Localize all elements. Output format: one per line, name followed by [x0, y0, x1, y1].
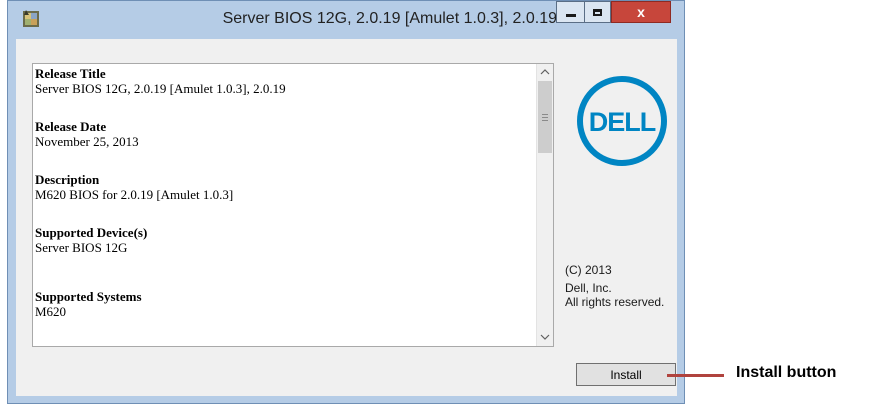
release-date-section: Release Date November 25, 2013: [35, 119, 526, 149]
installer-window: Server BIOS 12G, 2.0.19 [Amulet 1.0.3], …: [7, 0, 685, 404]
scroll-up-arrow-icon[interactable]: [537, 64, 553, 81]
section-value: M620: [35, 304, 67, 319]
copyright-company: Dell, Inc.: [565, 281, 612, 295]
section-value: Server BIOS 12G, 2.0.19 [Amulet 1.0.3], …: [35, 81, 286, 96]
scroll-down-arrow-icon[interactable]: [537, 329, 553, 346]
copyright-notice: (C) 2013 Dell, Inc. All rights reserved.: [565, 263, 664, 309]
vertical-scrollbar[interactable]: [536, 64, 553, 346]
section-heading: Supported Device(s): [35, 225, 148, 240]
copyright-rights: All rights reserved.: [565, 295, 665, 309]
release-title-section: Release Title Server BIOS 12G, 2.0.19 [A…: [35, 66, 526, 96]
supported-systems-section: Supported Systems M620: [35, 289, 526, 319]
close-button[interactable]: x: [611, 1, 671, 23]
section-heading: Release Title: [35, 66, 106, 81]
section-heading: Description: [35, 172, 100, 187]
svg-text:DELL: DELL: [589, 107, 656, 137]
description-section: Description M620 BIOS for 2.0.19 [Amulet…: [35, 172, 526, 202]
grip-icon: [542, 113, 548, 121]
supported-devices-section: Supported Device(s) Server BIOS 12G: [35, 225, 526, 255]
title-bar[interactable]: Server BIOS 12G, 2.0.19 [Amulet 1.0.3], …: [8, 1, 684, 37]
release-info-content: Release Title Server BIOS 12G, 2.0.19 [A…: [35, 66, 526, 319]
minimize-button[interactable]: [556, 1, 584, 23]
maximize-icon: [593, 8, 602, 16]
copyright-year: (C) 2013: [565, 263, 612, 277]
close-icon: x: [637, 4, 645, 20]
release-info-textbox[interactable]: Release Title Server BIOS 12G, 2.0.19 [A…: [32, 63, 554, 347]
window-title: Server BIOS 12G, 2.0.19 [Amulet 1.0.3], …: [222, 10, 557, 27]
section-value: Server BIOS 12G: [35, 240, 128, 255]
install-button[interactable]: Install: [576, 363, 676, 386]
section-value: M620 BIOS for 2.0.19 [Amulet 1.0.3]: [35, 187, 234, 202]
annotation-label: Install button: [736, 364, 837, 381]
section-heading: Supported Systems: [35, 289, 142, 304]
section-heading: Release Date: [35, 119, 107, 134]
maximize-button[interactable]: [584, 1, 611, 23]
dialog-body: Release Title Server BIOS 12G, 2.0.19 [A…: [16, 39, 677, 396]
annotation-arrow-line: [667, 374, 724, 377]
section-value: November 25, 2013: [35, 134, 139, 149]
minimize-icon: [565, 13, 576, 17]
dell-logo: DELL: [577, 76, 667, 166]
scroll-thumb[interactable]: [538, 81, 552, 153]
